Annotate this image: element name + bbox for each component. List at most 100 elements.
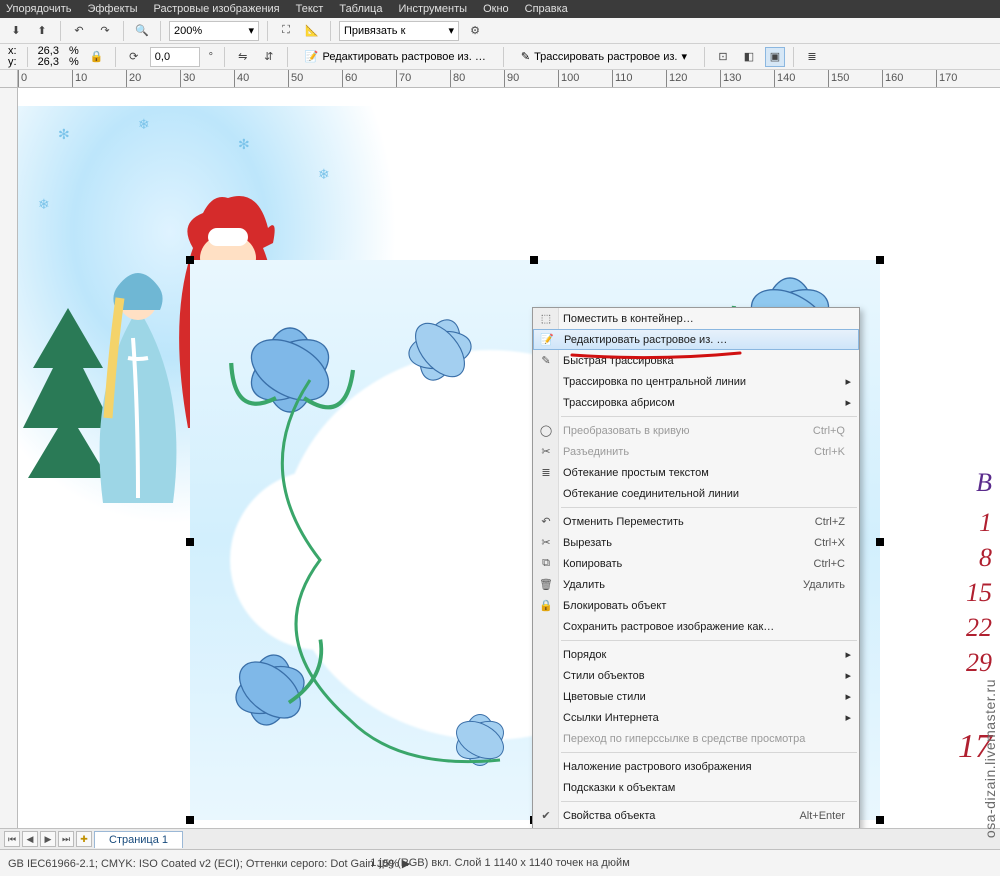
rotate-icon[interactable]: ⟳	[124, 47, 144, 67]
status-bar: GB IEC61966-2.1; CMYK: ISO Coated v2 (EC…	[0, 849, 1000, 876]
ctx-обтекание-соединительной-линии[interactable]: Обтекание соединительной линии	[533, 483, 859, 504]
selection-handle[interactable]	[876, 538, 884, 546]
ctx-обтекание-простым-текстом[interactable]: ≣Обтекание простым текстом	[533, 462, 859, 483]
menu-help[interactable]: Справка	[525, 3, 568, 15]
align-bitmap-icon[interactable]: ▣	[765, 47, 785, 67]
ctx-label: Быстрая трассировка	[559, 355, 851, 367]
ctx-label: Подсказки к объектам	[559, 782, 851, 794]
flip-v-icon[interactable]: ⇵	[259, 47, 279, 67]
ruler-vertical	[0, 88, 18, 846]
ctx-сохранить-растровое-изображени[interactable]: Сохранить растровое изображение как…	[533, 616, 859, 637]
ctx-копировать[interactable]: ⧉КопироватьCtrl+C	[533, 553, 859, 574]
ctx-наложение-растрового-изображен[interactable]: Наложение растрового изображения	[533, 756, 859, 777]
menu-effects[interactable]: Эффекты	[87, 3, 137, 15]
ctx-отменить-переместить[interactable]: ↶Отменить ПереместитьCtrl+Z	[533, 511, 859, 532]
page-tab[interactable]: Страница 1	[94, 831, 183, 848]
ctx-label: Обтекание простым текстом	[559, 467, 851, 479]
menu-arrange[interactable]: Упорядочить	[6, 3, 71, 15]
trace-bitmap-button[interactable]: ✎ Трассировать растровое из. ▾	[512, 46, 696, 68]
shortcut-label: Ctrl+C	[814, 558, 851, 570]
fullscreen-icon[interactable]: ⛶	[276, 21, 296, 41]
lock-ratio-icon[interactable]: 🔒	[87, 47, 107, 67]
selection-handle[interactable]	[876, 816, 884, 824]
calendar-number: 15	[966, 578, 992, 608]
undo-icon[interactable]: ↶	[69, 21, 89, 41]
prev-page-icon[interactable]: ◀	[22, 831, 38, 847]
ctx-трассировка-абрисом[interactable]: Трассировка абрисом▸	[533, 392, 859, 413]
lock-icon: 🔒	[533, 599, 559, 612]
break-icon: ✂	[533, 445, 559, 458]
flip-h-icon[interactable]: ⇋	[233, 47, 253, 67]
context-menu[interactable]: ⬚Поместить в контейнер…📝Редактировать ра…	[532, 307, 860, 848]
selection-handle[interactable]	[876, 256, 884, 264]
submenu-arrow-icon: ▸	[845, 375, 851, 388]
redo-icon[interactable]: ↷	[95, 21, 115, 41]
curve-icon: ◯	[533, 424, 559, 437]
last-page-icon[interactable]: ⏭	[58, 831, 74, 847]
menu-tools[interactable]: Инструменты	[398, 3, 467, 15]
menu-table[interactable]: Таблица	[339, 3, 382, 15]
calendar-letter: B	[976, 468, 992, 498]
ctx-label: Блокировать объект	[559, 600, 851, 612]
ctx-поместить-в-контейнер-[interactable]: ⬚Поместить в контейнер…	[533, 308, 859, 329]
ctx-блокировать-объект[interactable]: 🔒Блокировать объект	[533, 595, 859, 616]
page-tabstrip[interactable]: ⏮ ◀ ▶ ⏭ ✚ Страница 1	[0, 828, 1000, 849]
calendar-number: 22	[966, 613, 992, 643]
next-page-icon[interactable]: ▶	[40, 831, 56, 847]
search-icon[interactable]: 🔍	[132, 21, 152, 41]
menu-window[interactable]: Окно	[483, 3, 509, 15]
selection-handle[interactable]	[186, 816, 194, 824]
quicktrace-icon: ✎	[533, 354, 559, 367]
wrap-text-icon[interactable]: ≣	[802, 47, 822, 67]
ctx-разъединить: ✂РазъединитьCtrl+K	[533, 441, 859, 462]
import-icon[interactable]: ⬇	[6, 21, 26, 41]
rulers-icon[interactable]: 📐	[302, 21, 322, 41]
edit-bitmap-button[interactable]: 📝 Редактировать растровое из. …	[296, 46, 495, 68]
ctx-свойства-объекта[interactable]: ✔Свойства объектаAlt+Enter	[533, 805, 859, 826]
ctx-label: Ссылки Интернета	[559, 712, 851, 724]
menu-bitmap[interactable]: Растровые изображения	[153, 3, 279, 15]
ctx-вырезать[interactable]: ✂ВырезатьCtrl+X	[533, 532, 859, 553]
status-color-profile: GB IEC61966-2.1; CMYK: ISO Coated v2 (EC…	[8, 857, 410, 870]
edit-icon: 📝	[534, 333, 560, 346]
submenu-arrow-icon: ▸	[845, 669, 851, 682]
ctx-label: Трассировка по центральной линии	[559, 376, 851, 388]
add-page-icon[interactable]: ✚	[76, 831, 92, 847]
menu-text[interactable]: Текст	[296, 3, 324, 15]
menu-bar[interactable]: Упорядочить Эффекты Растровые изображени…	[0, 0, 1000, 18]
submenu-arrow-icon: ▸	[845, 690, 851, 703]
selection-handle[interactable]	[186, 256, 194, 264]
ctx-цветовые-стили[interactable]: Цветовые стили▸	[533, 686, 859, 707]
ctx-label: Вырезать	[559, 537, 814, 549]
shortcut-label: Ctrl+X	[814, 537, 851, 549]
ctx-label: Поместить в контейнер…	[559, 313, 851, 325]
ctx-подсказки-к-объектам[interactable]: Подсказки к объектам	[533, 777, 859, 798]
ctx-label: Стили объектов	[559, 670, 851, 682]
selection-handle[interactable]	[186, 538, 194, 546]
ctx-ссылки-интернета[interactable]: Ссылки Интернета▸	[533, 707, 859, 728]
first-page-icon[interactable]: ⏮	[4, 831, 20, 847]
ctx-стили-объектов[interactable]: Стили объектов▸	[533, 665, 859, 686]
snap-combo[interactable]: Привязать к ▾	[339, 21, 459, 41]
ctx-преобразовать-в-кривую: ◯Преобразовать в кривуюCtrl+Q	[533, 420, 859, 441]
calendar-number: 1	[979, 508, 992, 538]
standard-toolbar: ⬇ ⬆ ↶ ↷ 🔍 200% ▾ ⛶ 📐 Привязать к ▾ ⚙	[0, 18, 1000, 44]
ctx-label: Порядок	[559, 649, 851, 661]
zoom-combo[interactable]: 200% ▾	[169, 21, 259, 41]
crop-icon[interactable]: ⊡	[713, 47, 733, 67]
ctx-трассировка-по-центральной-лин[interactable]: Трассировка по центральной линии▸	[533, 371, 859, 392]
resample-icon[interactable]: ◧	[739, 47, 759, 67]
options-icon[interactable]: ⚙	[465, 21, 485, 41]
ctx-label: Разъединить	[559, 446, 814, 458]
ctx-порядок[interactable]: Порядок▸	[533, 644, 859, 665]
watermark: osa-dizain.livemaster.ru	[982, 679, 998, 838]
rotation-input[interactable]	[150, 47, 200, 67]
ctx-label: Обтекание соединительной линии	[559, 488, 851, 500]
shortcut-label: Ctrl+Z	[815, 516, 851, 528]
ctx-label: Удалить	[559, 579, 803, 591]
ctx-удалить[interactable]: 🗑УдалитьУдалить	[533, 574, 859, 595]
ctx-быстрая-трассировка[interactable]: ✎Быстрая трассировка	[533, 350, 859, 371]
ctx-редактировать-растровое-из-[interactable]: 📝Редактировать растровое из. …	[533, 329, 859, 350]
selection-handle[interactable]	[530, 256, 538, 264]
export-icon[interactable]: ⬆	[32, 21, 52, 41]
